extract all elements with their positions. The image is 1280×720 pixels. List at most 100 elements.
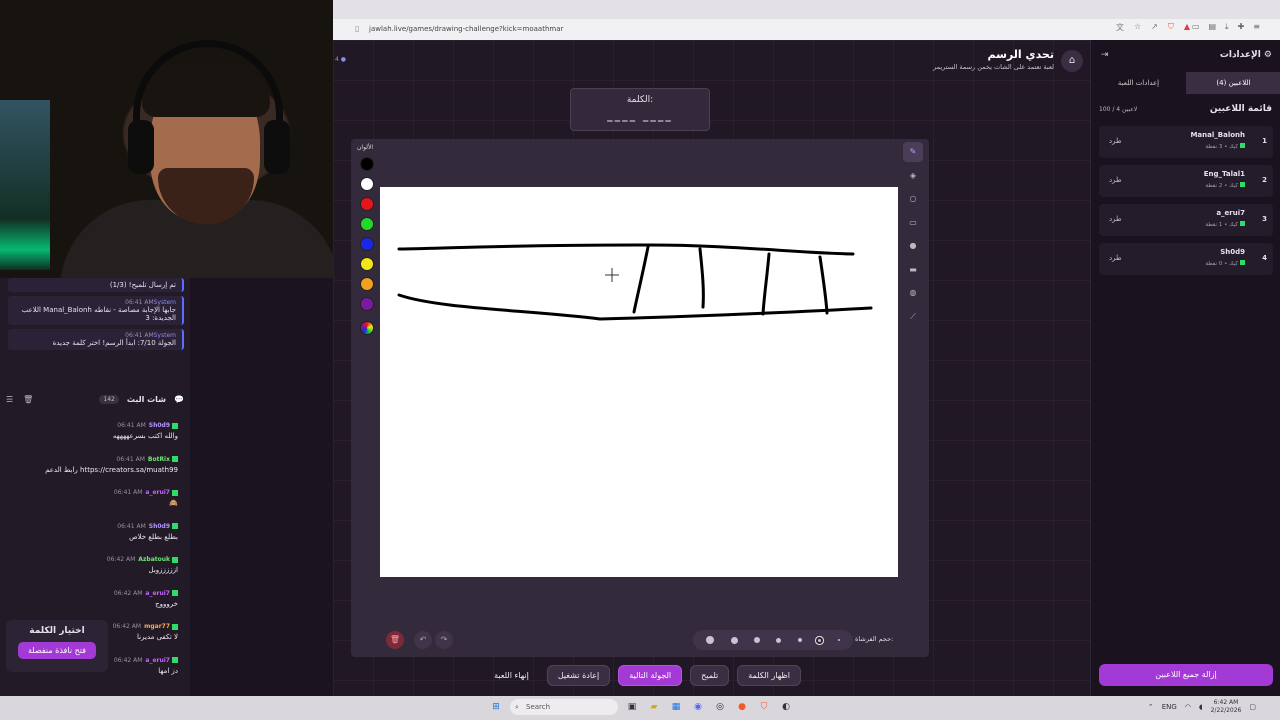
address-bar[interactable]: jawlah.live/games/drawing-challenge?kick…: [369, 22, 839, 36]
undo-button[interactable]: ↶: [414, 631, 432, 649]
player-rank: 1: [1262, 137, 1267, 145]
system-message-meta: 06:41 AMSystem: [125, 332, 176, 339]
store-icon[interactable]: ▦: [668, 699, 684, 715]
color-swatch[interactable]: [360, 237, 374, 251]
color-swatch[interactable]: [360, 157, 374, 171]
color-swatch[interactable]: [360, 277, 374, 291]
chat-message-text: بطلع بطلع خلاص: [129, 532, 178, 541]
kick-player-button[interactable]: طرد: [1109, 137, 1122, 145]
screen: تم إرسال تلميح! (1/3) 06:41 AMSystem الل…: [0, 0, 1280, 720]
board-bottom-bar: 🗑 ↶ ↷ حجم الفرشاة:: [351, 623, 929, 657]
drawing-strokes: [397, 243, 873, 321]
page-indicator: 4 ●: [335, 56, 346, 63]
chat-username[interactable]: a_erui7: [145, 657, 170, 664]
eraser-tool-icon[interactable]: ◈: [903, 166, 923, 186]
translate-icon[interactable]: 文: [1116, 22, 1124, 33]
home-button[interactable]: ⌂: [1061, 50, 1083, 72]
filled-circle-tool-icon[interactable]: ●: [903, 236, 923, 256]
chat-username[interactable]: Sh0d9: [149, 422, 170, 429]
windows-start-icon[interactable]: ⊞: [488, 699, 504, 715]
notification-icon[interactable]: ▢: [1249, 703, 1256, 711]
kick-badge-icon: [1240, 143, 1245, 148]
hint-button[interactable]: تلميح: [690, 664, 730, 686]
app-orange-icon[interactable]: ●: [734, 699, 750, 715]
custom-color-swatch[interactable]: [360, 321, 374, 335]
brush-size-option[interactable]: [730, 636, 738, 644]
volume-icon[interactable]: ◖: [1199, 703, 1203, 711]
crosshair-cursor-icon: [605, 268, 619, 282]
filled-rectangle-tool-icon[interactable]: ▬: [903, 260, 923, 280]
brush-size-option[interactable]: [818, 638, 822, 642]
open-separate-window-button[interactable]: فتح نافذة منفصلة: [18, 642, 96, 659]
language-indicator[interactable]: ENG: [1162, 703, 1177, 711]
bookmark-icon[interactable]: ▯: [355, 24, 359, 33]
kick-player-button[interactable]: طرد: [1109, 215, 1122, 223]
chat-username[interactable]: mgar77: [144, 623, 170, 630]
task-view-icon[interactable]: ▣: [624, 699, 640, 715]
sidebar-icon[interactable]: ▭: [1192, 22, 1200, 32]
chat-username[interactable]: Azbatouk: [138, 556, 170, 563]
kick-badge-icon: [172, 456, 178, 462]
chat-message: 06:41 AM BotRix رابط الدعم https://creato…: [0, 456, 190, 490]
download-icon[interactable]: ⤓: [1225, 22, 1229, 32]
next-round-button[interactable]: الجولة التالية: [618, 664, 683, 686]
brave-rewards-icon[interactable]: ▲: [1184, 22, 1190, 33]
taskbar-clock[interactable]: 6:42 AM 2/22/2026: [1211, 699, 1242, 715]
brush-size-option[interactable]: [797, 638, 802, 642]
star-icon[interactable]: ☆: [1134, 22, 1141, 33]
discord-icon[interactable]: ◉: [690, 699, 706, 715]
steam-icon[interactable]: ◎: [712, 699, 728, 715]
chat-username[interactable]: a_erui7: [145, 590, 170, 597]
color-swatch[interactable]: [360, 217, 374, 231]
show-word-button[interactable]: اظهار الكلمة: [737, 664, 801, 686]
choose-word-title: اختيار الكلمة: [29, 626, 85, 636]
color-swatch[interactable]: [360, 297, 374, 311]
tab-game-settings[interactable]: إعدادات اللعبة: [1091, 72, 1186, 94]
line-tool-icon[interactable]: ⟋: [903, 307, 923, 327]
chat-message-text: والله اكتب بسرعههههه: [112, 432, 178, 440]
rectangle-tool-icon[interactable]: ▭: [903, 213, 923, 233]
file-explorer-icon[interactable]: ▰: [646, 699, 662, 715]
fill-bucket-tool-icon[interactable]: ◍: [903, 283, 923, 303]
player-name: Eng_Talal1: [1203, 170, 1245, 178]
menu-icon[interactable]: ≡: [1253, 22, 1260, 32]
extensions-icon[interactable]: ✚: [1238, 22, 1245, 32]
kick-badge-icon: [172, 422, 178, 429]
chat-message-text: خروووج: [155, 599, 178, 608]
color-swatch[interactable]: [360, 257, 374, 271]
brush-size-option[interactable]: [754, 637, 761, 643]
color-swatch[interactable]: [360, 177, 374, 191]
brush-size-option[interactable]: [706, 636, 715, 644]
wallet-icon[interactable]: ▤: [1208, 22, 1216, 32]
end-game-button[interactable]: إنهاء اللعبة: [484, 666, 539, 685]
brave-shield-icon[interactable]: ⛉: [1168, 22, 1174, 33]
remove-all-players-button[interactable]: إزالة جميع اللاعبين: [1099, 664, 1273, 686]
pen-tool-icon[interactable]: ✎: [903, 142, 923, 162]
chat-username[interactable]: a_erui7: [145, 489, 170, 496]
taskbar-search[interactable]: ⌕ Search: [510, 699, 618, 715]
color-swatch[interactable]: [360, 197, 374, 211]
tab-players[interactable]: اللاعبين (4): [1186, 72, 1280, 94]
obs-icon[interactable]: ◐: [778, 699, 794, 715]
restart-button[interactable]: إعادة تشغيل: [546, 664, 611, 686]
kick-player-button[interactable]: طرد: [1109, 176, 1122, 184]
drawing-canvas[interactable]: [380, 187, 898, 577]
kick-player-button[interactable]: طرد: [1109, 254, 1122, 262]
chat-username[interactable]: BotRix: [148, 456, 170, 463]
brave-browser-icon[interactable]: ⛉: [756, 699, 772, 715]
tool-column: ✎ ◈ ○ ▭ ● ▬ ◍ ⟋: [899, 142, 927, 330]
brush-size-option[interactable]: [776, 637, 782, 643]
circle-tool-icon[interactable]: ○: [903, 189, 923, 209]
game-header: تحدي الرسم لعبة تعتمد على الشات يخمن رسم…: [933, 48, 1054, 71]
clear-canvas-button[interactable]: 🗑: [386, 631, 404, 649]
brush-size-selector: [693, 630, 853, 650]
collapse-panel-icon[interactable]: ⇥: [1101, 50, 1109, 60]
redo-button[interactable]: ↷: [435, 631, 453, 649]
wifi-icon[interactable]: ◠: [1185, 703, 1191, 711]
drawn-stroke-rung: [818, 255, 829, 315]
share-icon[interactable]: ↗: [1151, 22, 1158, 33]
chat-username[interactable]: Sh0d9: [149, 523, 170, 530]
tray-chevron-icon[interactable]: ⌃: [1148, 703, 1154, 711]
browser-toolbar: ▯ jawlah.live/games/drawing-challenge?ki…: [333, 0, 1280, 40]
brush-size-option[interactable]: [837, 639, 840, 641]
